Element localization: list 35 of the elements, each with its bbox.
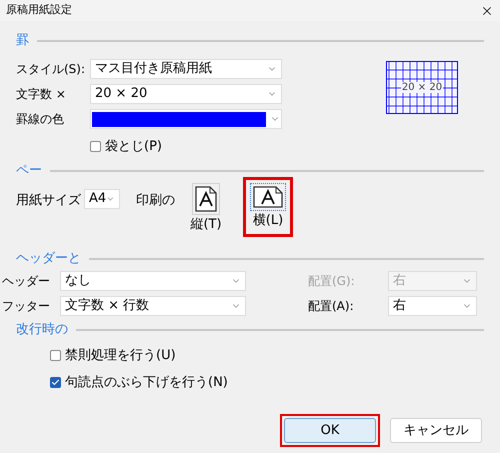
checkbox-label: 袋とじ(P) <box>105 138 162 156</box>
style-dropdown[interactable]: マス目付き原稿用紙 <box>90 59 282 79</box>
dialog-button[interactable]: OK <box>284 418 376 443</box>
section-heading: 罫 <box>16 32 29 50</box>
alignment-dropdown[interactable]: 右 <box>388 296 477 316</box>
orientation-label: 縦(T) <box>190 216 222 234</box>
field-label: 印刷の <box>136 192 175 210</box>
checkbox[interactable] <box>90 141 101 152</box>
field-label: フッター <box>2 298 51 314</box>
checkbox-label: 禁則処理を行う(U) <box>65 346 176 364</box>
portrait-page-icon <box>195 186 217 212</box>
paper-size-dropdown[interactable]: A4 <box>84 188 120 208</box>
field-label: スタイル(S): <box>16 61 86 78</box>
section-heading: ペー <box>16 162 42 180</box>
orientation-option[interactable] <box>250 182 286 210</box>
grid-drawing <box>386 61 458 114</box>
landscape-page-icon <box>253 186 283 208</box>
field-label: 罫線の色 <box>16 111 65 128</box>
checkbox[interactable] <box>50 377 61 388</box>
chars-dropdown[interactable]: 20 × 20 <box>90 84 282 104</box>
orientation-label: 横(L) <box>252 212 284 230</box>
section-heading: 改行時の <box>16 320 68 339</box>
color-dropdown[interactable] <box>90 109 282 129</box>
field-label: 用紙サイズ <box>16 192 82 210</box>
section-heading: ヘッダーと <box>16 250 81 268</box>
alignment-label: 配置(G): <box>308 272 356 290</box>
checkbox-label: 句読点のぶら下げを行う(N) <box>65 374 228 392</box>
preview-text: 20 × 20 <box>400 82 444 93</box>
dialog-button[interactable]: キャンセル <box>390 418 482 443</box>
text-dropdown[interactable]: 文字数 × 行数 <box>60 296 246 316</box>
checkbox[interactable] <box>50 350 61 361</box>
alignment-label: 配置(A): <box>308 298 355 314</box>
field-label: 文字数 × <box>16 86 67 103</box>
window-title: 原稿用紙設定 <box>6 2 72 18</box>
field-label: ヘッダー <box>2 272 51 290</box>
